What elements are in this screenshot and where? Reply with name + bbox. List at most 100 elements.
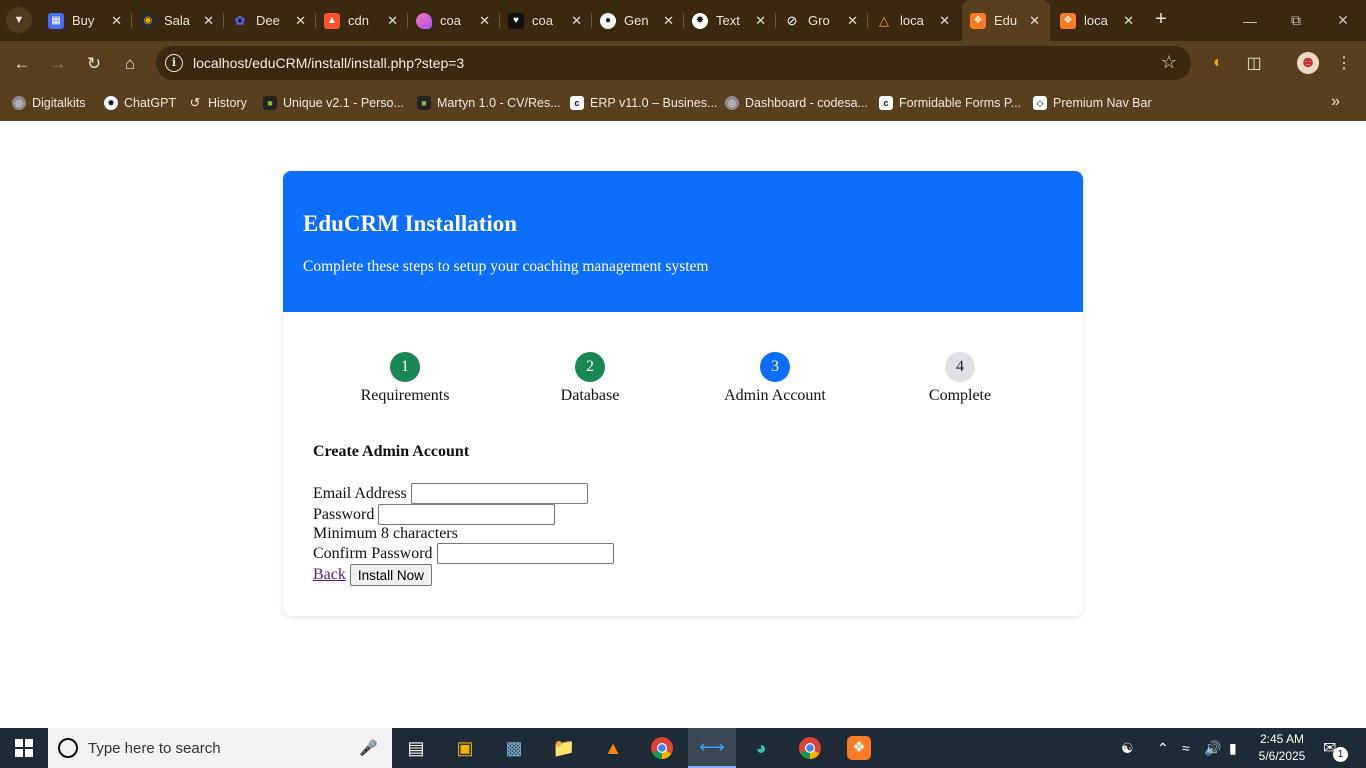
tab-search-button[interactable]: ▼ <box>6 7 32 33</box>
search-icon <box>58 738 78 758</box>
email-row: Email Address <box>313 483 588 504</box>
vlc-icon[interactable]: ▲ <box>589 728 637 768</box>
close-icon[interactable]: ✕ <box>755 13 766 29</box>
battery-icon[interactable]: ▮ <box>1229 740 1237 757</box>
close-window-button[interactable]: ✕ <box>1320 0 1366 41</box>
forward-button[interactable]: → <box>44 50 72 78</box>
bookmark-chatgpt[interactable]: ✸ ChatGPT <box>104 93 176 113</box>
bookmark-premium-nav[interactable]: ◇ Premium Nav Bar <box>1033 93 1152 113</box>
close-icon[interactable]: ✕ <box>387 13 398 29</box>
close-icon[interactable]: ✕ <box>203 13 214 29</box>
start-button[interactable] <box>0 728 48 768</box>
tab-cdn[interactable]: ▲ cdn ✕ <box>316 0 408 41</box>
tab-localhost-2[interactable]: ❖ loca ✕ <box>1052 0 1144 41</box>
close-icon: ✕ <box>1337 12 1349 28</box>
extension-icon[interactable]: ◐ <box>1207 52 1229 74</box>
app-icon[interactable]: ▩ <box>490 728 538 768</box>
tab-label: Gro <box>808 13 830 28</box>
tab-coa-1[interactable]: coa ✕ <box>408 0 500 41</box>
star-icon[interactable]: ☆ <box>1161 52 1177 73</box>
xampp-icon[interactable]: ❖ <box>835 728 883 768</box>
close-icon[interactable]: ✕ <box>479 13 490 29</box>
step-admin-account: 3 Admin Account <box>705 352 845 405</box>
home-button[interactable]: ⌂ <box>116 50 144 78</box>
close-icon[interactable]: ✕ <box>111 13 122 29</box>
chevron-right-icon[interactable]: » <box>1331 93 1340 111</box>
back-button[interactable]: ← <box>8 50 36 78</box>
shield-icon: ▲ <box>324 12 340 29</box>
tab-educrm-active[interactable]: ❖ Edu ✕ <box>962 0 1050 41</box>
xampp-icon: ❖ <box>1060 12 1076 29</box>
close-icon[interactable]: ✕ <box>295 13 306 29</box>
email-label: Email Address <box>313 484 407 502</box>
bookmark-erp[interactable]: c ERP v11.0 – Busines... <box>570 93 717 113</box>
chevron-up-icon[interactable]: ⌃ <box>1157 740 1169 757</box>
tab-deepseek[interactable]: ✿ Dee ✕ <box>224 0 316 41</box>
blob-icon <box>416 12 432 29</box>
minimize-button[interactable]: — <box>1227 0 1273 41</box>
bookmark-label: ERP v11.0 – Busines... <box>590 96 718 110</box>
bookmark-label: Formidable Forms P... <box>899 96 1022 110</box>
globe-icon: ◎ <box>725 96 739 110</box>
bookmark-formidable[interactable]: c Formidable Forms P... <box>879 93 1021 113</box>
windows-logo-icon <box>15 739 33 757</box>
tab-coa-2[interactable]: ♥ coa ✕ <box>500 0 592 41</box>
vscode-icon[interactable]: ⟷ <box>688 728 736 768</box>
taskbar-search[interactable]: Type here to search 🎤 <box>48 728 392 768</box>
tab-text[interactable]: ✸ Text ✕ <box>684 0 776 41</box>
arrow-left-icon: ← <box>13 54 31 73</box>
openai-icon: ✸ <box>692 12 708 29</box>
tab-grok[interactable]: ⊘ Gro ✕ <box>776 0 868 41</box>
page-body: EduCRM Installation Complete these steps… <box>0 121 1366 728</box>
task-view-icon[interactable]: ▤ <box>392 728 440 768</box>
file-explorer-icon[interactable]: 📁 <box>540 728 588 768</box>
bookmark-label: Premium Nav Bar <box>1053 96 1152 110</box>
back-link[interactable]: Back <box>313 566 346 584</box>
bookmark-dashboard[interactable]: ◎ Dashboard - codesa... <box>725 93 868 113</box>
volume-icon[interactable]: 🔊 <box>1204 740 1221 757</box>
menu-icon[interactable]: ⋮ <box>1333 52 1355 74</box>
url-text[interactable]: localhost/eduCRM/install/install.php?ste… <box>193 55 464 71</box>
notification-count: 1 <box>1333 747 1348 762</box>
tab-sala[interactable]: ◉ Sala ✕ <box>132 0 224 41</box>
bookmark-history[interactable]: ↺ History <box>188 93 247 113</box>
step-number: 1 <box>390 352 420 382</box>
history-icon: ↺ <box>189 95 201 110</box>
tab-label: Edu <box>994 13 1018 28</box>
step-label: Complete <box>928 387 992 404</box>
microphone-icon[interactable]: 🎤 <box>359 739 378 757</box>
close-icon[interactable]: ✕ <box>939 13 950 29</box>
store-icon[interactable]: ▣ <box>441 728 489 768</box>
new-tab-button[interactable]: + <box>1150 8 1172 30</box>
password-hint: Minimum 8 characters <box>313 525 458 542</box>
tab-localhost-1[interactable]: △ loca ✕ <box>868 0 960 41</box>
chrome-logo <box>651 737 673 759</box>
confirm-password-field[interactable] <box>436 543 614 564</box>
email-field[interactable] <box>410 483 588 504</box>
close-icon[interactable]: ✕ <box>1123 13 1134 29</box>
bookmarks-bar: ◎ Digitalkits ✸ ChatGPT ↺ History ■ Uniq… <box>0 85 1366 121</box>
close-icon[interactable]: ✕ <box>1029 13 1040 29</box>
chrome-icon[interactable] <box>638 728 686 768</box>
tab-github[interactable]: ● Gen ✕ <box>592 0 684 41</box>
reload-button[interactable]: ↻ <box>80 50 108 78</box>
bookmark-martyn[interactable]: ■ Martyn 1.0 - CV/Res... <box>417 93 561 113</box>
install-now-button[interactable]: Install Now <box>349 564 432 586</box>
close-icon[interactable]: ✕ <box>571 13 582 29</box>
people-icon[interactable]: ☯ <box>1121 740 1134 757</box>
edge-icon[interactable]: ◕ <box>737 728 785 768</box>
info-icon[interactable]: i <box>165 54 183 72</box>
puzzle-icon[interactable]: ◫ <box>1243 52 1265 74</box>
wifi-icon[interactable]: ≈ <box>1182 740 1190 756</box>
avatar[interactable]: ☻ <box>1297 52 1319 74</box>
close-icon[interactable]: ✕ <box>663 13 674 29</box>
bookmark-unique[interactable]: ■ Unique v2.1 - Perso... <box>263 93 404 113</box>
address-bar[interactable]: i localhost/eduCRM/install/install.php?s… <box>156 46 1191 80</box>
tab-buy[interactable]: ▦ Buy ✕ <box>40 0 132 41</box>
restore-button[interactable]: ⧉ <box>1273 0 1319 41</box>
chrome-profile-icon[interactable] <box>786 728 834 768</box>
password-field[interactable] <box>378 504 556 525</box>
system-clock[interactable]: 2:45 AM 5/6/2025 <box>1254 731 1310 765</box>
close-icon[interactable]: ✕ <box>847 13 858 29</box>
bookmark-digitalkits[interactable]: ◎ Digitalkits <box>12 93 86 113</box>
